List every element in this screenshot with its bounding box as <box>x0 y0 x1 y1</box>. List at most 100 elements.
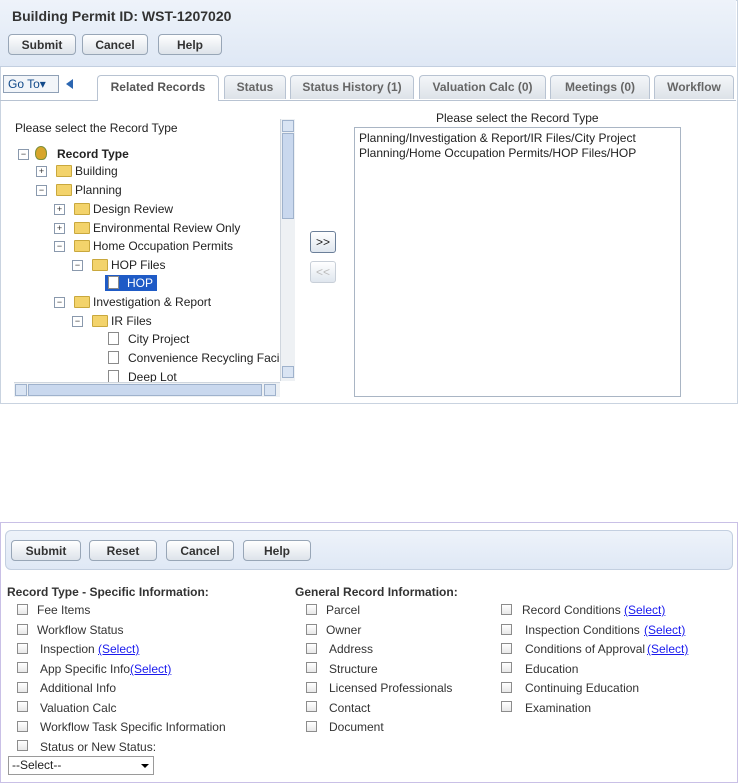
additional-info-checkbox[interactable] <box>17 682 28 693</box>
education-checkbox[interactable] <box>501 662 512 673</box>
inspection-conditions-checkbox[interactable] <box>501 624 512 635</box>
folder-icon <box>74 203 90 215</box>
workflow-task-checkbox[interactable] <box>17 721 28 732</box>
list-item[interactable]: Planning/Investigation & Report/IR Files… <box>359 131 636 145</box>
cancel-button[interactable]: Cancel <box>82 34 148 55</box>
folder-open-icon <box>56 184 72 196</box>
tab-related-records[interactable]: Related Records <box>97 75 219 101</box>
tree-horizontal-scrollbar[interactable] <box>14 382 280 397</box>
inspection-checkbox[interactable] <box>17 643 28 654</box>
licensed-professionals-checkbox[interactable] <box>306 682 317 693</box>
checkbox-label: Additional Info <box>40 681 117 695</box>
tree-vertical-scrollbar[interactable] <box>280 119 295 381</box>
status-select[interactable]: --Select-- <box>8 756 154 775</box>
help-button[interactable]: Help <box>243 540 311 561</box>
valuation-calc-checkbox[interactable] <box>17 701 28 712</box>
inspection-conditions-select-link[interactable]: (Select) <box>644 623 685 637</box>
cancel-button[interactable]: Cancel <box>166 540 234 561</box>
collapse-icon[interactable]: − <box>72 316 83 327</box>
tree-node-label: Investigation & Report <box>93 295 212 309</box>
tree-node-label: Convenience Recycling Faci <box>128 351 280 365</box>
checkbox-label: Fee Items <box>37 603 91 617</box>
scroll-up-icon[interactable] <box>282 120 294 132</box>
tab-status-history[interactable]: Status History (1) <box>290 75 414 99</box>
tab-workflow[interactable]: Workflow <box>654 75 734 99</box>
contact-checkbox[interactable] <box>306 701 317 712</box>
checkbox-label: Workflow Status <box>37 623 124 637</box>
document-icon <box>108 276 119 289</box>
checkbox-label: Record Conditions <box>522 603 621 617</box>
parcel-checkbox[interactable] <box>306 604 317 615</box>
tree-node-label: IR Files <box>111 314 152 328</box>
checkbox-label: App Specific Info <box>40 662 131 676</box>
checkbox-label: Inspection Conditions <box>525 623 640 637</box>
address-checkbox[interactable] <box>306 643 317 654</box>
collapse-icon[interactable]: − <box>18 149 29 160</box>
checkbox-label: Examination <box>525 701 592 715</box>
folder-icon <box>56 165 72 177</box>
tree-node-label: Design Review <box>93 202 174 216</box>
collapse-icon[interactable]: − <box>54 241 65 252</box>
tab-meetings[interactable]: Meetings (0) <box>550 75 650 99</box>
collapse-icon[interactable]: − <box>72 260 83 271</box>
collapse-icon[interactable]: − <box>36 185 47 196</box>
structure-checkbox[interactable] <box>306 662 317 673</box>
status-checkbox[interactable] <box>17 740 28 751</box>
submit-button[interactable]: Submit <box>8 34 76 55</box>
tree-node-label: HOP <box>127 276 154 290</box>
tree-node-label: Building <box>75 164 118 178</box>
collapse-icon[interactable]: − <box>54 297 65 308</box>
checkbox-label: Parcel <box>326 603 361 617</box>
specific-info-heading: Record Type - Specific Information: <box>7 585 209 599</box>
inspection-select-link[interactable]: (Select) <box>98 642 139 656</box>
scroll-down-icon[interactable] <box>282 366 294 378</box>
conditions-of-approval-checkbox[interactable] <box>501 643 512 654</box>
scroll-thumb[interactable] <box>282 133 294 219</box>
scroll-left-icon[interactable] <box>15 384 27 396</box>
checkbox-label: Structure <box>329 662 378 676</box>
checkbox-label: Document <box>329 720 384 734</box>
app-specific-info-checkbox[interactable] <box>17 662 28 673</box>
tree-node-label: City Project <box>128 332 190 346</box>
workflow-status-checkbox[interactable] <box>17 624 28 635</box>
conditions-of-approval-select-link[interactable]: (Select) <box>647 642 688 656</box>
examination-checkbox[interactable] <box>501 701 512 712</box>
help-button[interactable]: Help <box>158 34 222 55</box>
document-checkbox[interactable] <box>306 721 317 732</box>
add-record-type-button[interactable]: >> <box>310 231 336 253</box>
checkbox-label: Status or New Status: <box>40 740 157 754</box>
selected-record-types-list[interactable]: Planning/Investigation & Report/IR Files… <box>354 127 681 397</box>
checkbox-label: Education <box>525 662 579 676</box>
tree-node-hop-selected[interactable]: HOP <box>105 275 157 291</box>
document-icon <box>108 351 119 364</box>
checkbox-label: Contact <box>329 701 371 715</box>
continuing-education-checkbox[interactable] <box>501 682 512 693</box>
app-specific-select-link[interactable]: (Select) <box>130 662 171 676</box>
scroll-thumb[interactable] <box>28 384 262 396</box>
tab-valuation-calc[interactable]: Valuation Calc (0) <box>419 75 546 99</box>
list-heading: Please select the Record Type <box>436 111 599 125</box>
folder-open-icon <box>92 315 108 327</box>
fee-items-checkbox[interactable] <box>17 604 28 615</box>
remove-record-type-button[interactable]: << <box>310 261 336 283</box>
goto-menu[interactable]: Go To▾ <box>3 75 59 93</box>
submit-button[interactable]: Submit <box>11 540 81 561</box>
tab-scroll-left-icon[interactable] <box>66 79 73 89</box>
record-conditions-select-link[interactable]: (Select) <box>624 603 665 617</box>
folder-open-icon <box>74 296 90 308</box>
checkbox-label: Licensed Professionals <box>329 681 453 695</box>
record-conditions-checkbox[interactable] <box>501 604 512 615</box>
checkbox-label: Inspection <box>40 642 95 656</box>
list-item[interactable]: Planning/Home Occupation Permits/HOP Fil… <box>359 146 636 160</box>
owner-checkbox[interactable] <box>306 624 317 635</box>
record-type-icon <box>35 146 47 160</box>
reset-button[interactable]: Reset <box>89 540 157 561</box>
tab-status[interactable]: Status <box>224 75 286 99</box>
expand-icon[interactable]: + <box>54 204 65 215</box>
expand-icon[interactable]: + <box>36 166 47 177</box>
folder-icon <box>74 222 90 234</box>
scroll-right-icon[interactable] <box>264 384 276 396</box>
general-info-heading: General Record Information: <box>295 585 458 599</box>
expand-icon[interactable]: + <box>54 223 65 234</box>
tree-node-label: Environmental Review Only <box>93 221 241 235</box>
